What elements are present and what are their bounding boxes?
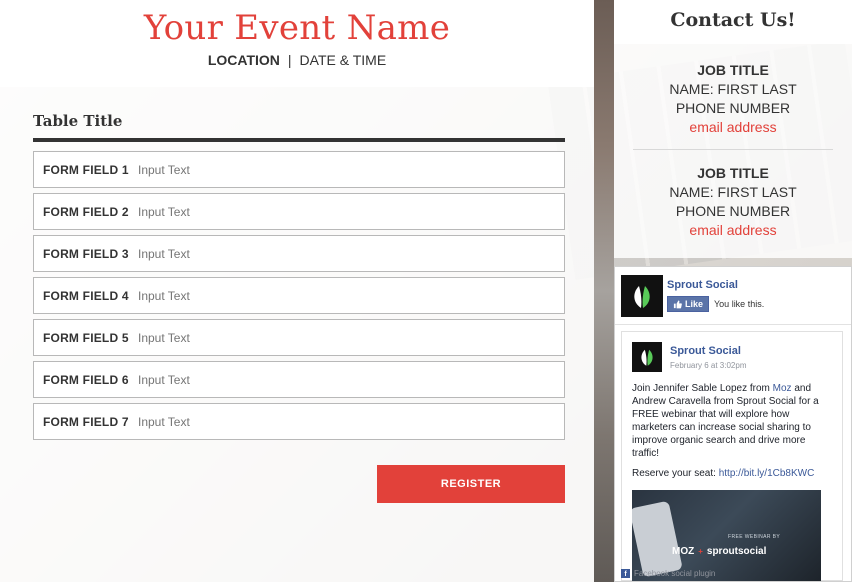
- facebook-icon: f: [621, 569, 630, 578]
- event-datetime: DATE & TIME: [299, 52, 387, 68]
- facebook-page-name[interactable]: Sprout Social: [667, 279, 738, 291]
- contact-heading: Contact Us!: [614, 0, 852, 44]
- form-field-label: FORM FIELD 2: [43, 204, 129, 219]
- subtitle-separator: |: [287, 52, 292, 68]
- contact-card: JOB TITLE NAME: FIRST LAST PHONE NUMBER …: [614, 164, 852, 240]
- form-field-label: FORM FIELD 5: [43, 330, 129, 345]
- form-field-row: FORM FIELD 6: [33, 361, 565, 398]
- contact-job-title: JOB TITLE: [697, 165, 769, 181]
- like-status-text: You like this.: [714, 299, 765, 309]
- contact-panel: Contact Us! JOB TITLE NAME: FIRST LAST P…: [614, 0, 852, 258]
- post-body: Join Jennifer Sable Lopez from Moz and A…: [632, 382, 832, 460]
- form-field-row: FORM FIELD 7: [33, 403, 565, 440]
- facebook-plugin-label[interactable]: Facebook social plugin: [634, 569, 715, 578]
- sprout-social-logo[interactable]: [621, 275, 663, 317]
- post-author-avatar[interactable]: [632, 342, 662, 372]
- thumbs-up-icon: [673, 299, 682, 308]
- contact-email-link[interactable]: email address: [614, 118, 852, 137]
- registration-panel: Table Title FORM FIELD 1 FORM FIELD 2 FO…: [0, 87, 594, 582]
- reserve-link[interactable]: http://bit.ly/1Cb8KWC: [719, 468, 815, 479]
- post-mention-link[interactable]: Moz: [773, 383, 792, 394]
- form-field-label: FORM FIELD 1: [43, 162, 129, 177]
- event-header: Your Event Name LOCATION | DATE & TIME: [0, 0, 594, 87]
- form-field-row: FORM FIELD 1: [33, 151, 565, 188]
- like-button-label: Like: [685, 299, 704, 309]
- contact-phone: PHONE NUMBER: [675, 100, 791, 116]
- sprout-leaf-icon: [641, 349, 653, 366]
- form-field-input[interactable]: [138, 246, 293, 261]
- form-field-input[interactable]: [138, 288, 293, 303]
- moz-brand: MOZ: [672, 546, 695, 557]
- form-field-input[interactable]: [138, 372, 293, 387]
- contact-name: NAME: FIRST LAST: [669, 81, 797, 97]
- form-field-input[interactable]: [138, 162, 293, 177]
- contact-card: JOB TITLE NAME: FIRST LAST PHONE NUMBER …: [614, 44, 852, 137]
- form-field-label: FORM FIELD 7: [43, 414, 129, 429]
- post-reserve-line: Reserve your seat: http://bit.ly/1Cb8KWC: [632, 468, 814, 479]
- contact-divider: [633, 149, 833, 150]
- form-field-row: FORM FIELD 4: [33, 277, 565, 314]
- post-text-part: Join Jennifer Sable Lopez from: [632, 383, 773, 394]
- contact-email-link[interactable]: email address: [614, 221, 852, 240]
- form-field-row: FORM FIELD 5: [33, 319, 565, 356]
- register-button[interactable]: REGISTER: [377, 465, 565, 503]
- title-divider: [33, 138, 565, 142]
- event-subtitle: LOCATION | DATE & TIME: [0, 52, 594, 68]
- brand-plus: +: [698, 547, 703, 556]
- widget-divider: [615, 324, 851, 325]
- contact-name: NAME: FIRST LAST: [669, 184, 797, 200]
- like-button[interactable]: Like: [667, 296, 710, 312]
- form-field-input[interactable]: [138, 204, 293, 219]
- reserve-text: Reserve your seat:: [632, 468, 719, 479]
- form-field-row: FORM FIELD 3: [33, 235, 565, 272]
- post-timestamp[interactable]: February 6 at 3:02pm: [670, 361, 746, 370]
- phone-illustration: [632, 500, 683, 578]
- form-field-label: FORM FIELD 3: [43, 246, 129, 261]
- form-field-input[interactable]: [138, 414, 293, 429]
- event-title: Your Event Name: [143, 8, 451, 48]
- form-field-row: FORM FIELD 2: [33, 193, 565, 230]
- table-title: Table Title: [33, 112, 123, 130]
- form-field-label: FORM FIELD 4: [43, 288, 129, 303]
- sprout-leaf-icon: [634, 286, 650, 308]
- facebook-page-widget: Sprout Social Like You like this. Sprout…: [614, 266, 852, 582]
- facebook-footer: f Facebook social plugin: [621, 569, 715, 578]
- background-strip: [594, 0, 614, 582]
- form-field-input[interactable]: [138, 330, 293, 345]
- facebook-post: Sprout Social February 6 at 3:02pm Join …: [621, 331, 843, 581]
- image-caption: FREE WEBINAR BY: [728, 534, 781, 540]
- form-field-label: FORM FIELD 6: [43, 372, 129, 387]
- image-brand-text: MOZ + sproutsocial: [672, 546, 766, 557]
- facebook-page-header: Sprout Social Like You like this.: [621, 273, 847, 319]
- post-text-part: and Andrew Caravella from Sprout Social …: [632, 383, 819, 459]
- contact-phone: PHONE NUMBER: [675, 203, 791, 219]
- contact-job-title: JOB TITLE: [697, 62, 769, 78]
- post-author-name[interactable]: Sprout Social: [670, 345, 741, 357]
- sproutsocial-brand: sproutsocial: [706, 546, 767, 557]
- event-location: LOCATION: [207, 52, 280, 68]
- form-fields: FORM FIELD 1 FORM FIELD 2 FORM FIELD 3 F…: [33, 151, 565, 445]
